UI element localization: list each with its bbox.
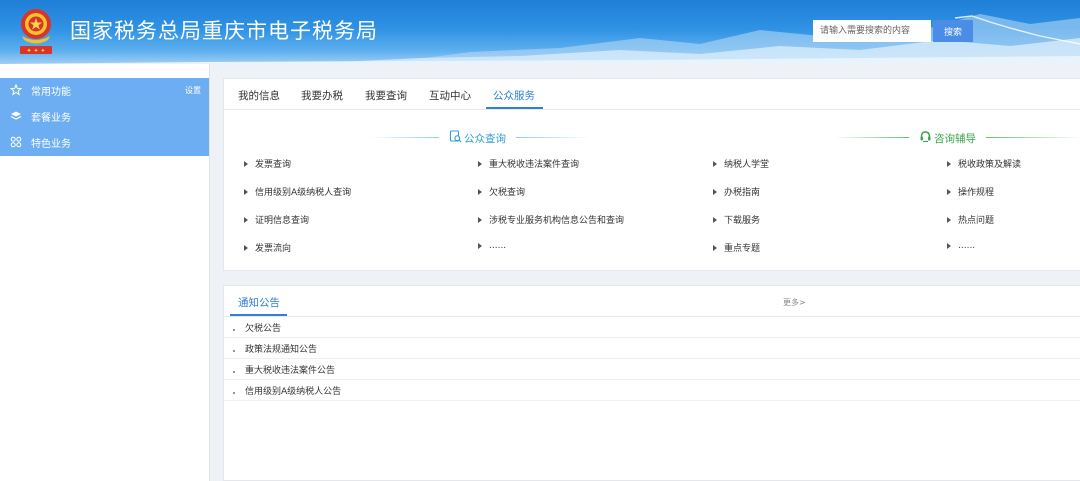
more-link[interactable]: 更多> <box>783 297 806 308</box>
caret-right-icon <box>478 188 482 195</box>
service-panel: 我的信息 我要办税 我要查询 互动中心 公众服务 公众查询 咨询辅导 发票查询 … <box>223 78 1080 271</box>
caret-right-icon <box>713 244 717 251</box>
sidebar-item-label: 特色业务 <box>31 138 71 150</box>
sidebar-item-special[interactable]: 特色业务 <box>0 130 209 154</box>
site-header: ✦ ✦ ✦ 国家税务总局重庆市电子税务局 搜索 <box>0 0 1080 64</box>
link-invoice-flow[interactable]: 发票流向 <box>244 241 291 254</box>
tax-emblem-logo: ✦ ✦ ✦ <box>20 9 52 55</box>
caret-right-icon <box>244 160 248 167</box>
link-invoice-query[interactable]: 发票查询 <box>244 157 291 170</box>
link-certificate-query[interactable]: 证明信息查询 <box>244 213 309 226</box>
notice-item[interactable]: 政策法规通知公告 <box>224 338 1080 359</box>
caret-right-icon <box>244 216 248 223</box>
tab-public-service[interactable]: 公众服务 <box>493 88 535 103</box>
search-button[interactable]: 搜索 <box>933 20 973 42</box>
tab-notices[interactable]: 通知公告 <box>238 295 280 310</box>
sidebar-item-label: 套餐业务 <box>31 112 71 124</box>
divider-line <box>834 137 909 138</box>
caret-right-icon <box>478 243 482 249</box>
support-icon <box>919 130 932 146</box>
sidebar-menu: 常用功能 设置 套餐业务 特色业务 <box>0 78 209 156</box>
link-tax-policy[interactable]: 税收政策及解读 <box>947 157 1021 170</box>
caret-right-icon <box>947 188 951 195</box>
section-title-consult: 咨询辅导 <box>919 130 976 146</box>
caret-right-icon <box>244 188 248 195</box>
site-title: 国家税务总局重庆市电子税务局 <box>70 19 378 43</box>
settings-link[interactable]: 设置 <box>185 85 201 96</box>
layers-icon <box>9 109 23 123</box>
divider-line <box>516 137 591 138</box>
caret-right-icon <box>947 216 951 223</box>
caret-right-icon <box>947 160 951 167</box>
active-tab-indicator <box>486 107 543 109</box>
caret-right-icon <box>713 160 717 167</box>
section-title-public-query: 公众查询 <box>449 130 506 146</box>
sidebar-item-common[interactable]: 常用功能 设置 <box>0 78 209 102</box>
doc-search-icon <box>449 130 462 146</box>
link-key-topics[interactable]: 重点专题 <box>713 241 760 254</box>
link-credit-a-query[interactable]: 信用级别A级纳税人查询 <box>244 185 351 198</box>
link-taxpayer-school[interactable]: 纳税人学堂 <box>713 157 769 170</box>
tab-query[interactable]: 我要查询 <box>365 88 407 103</box>
star-icon <box>9 83 23 97</box>
tab-bar: 我的信息 我要办税 我要查询 互动中心 公众服务 <box>224 79 1080 110</box>
link-agency-query[interactable]: 涉税专业服务机构信息公告和查询 <box>478 213 624 226</box>
tab-my-info[interactable]: 我的信息 <box>238 88 280 103</box>
tab-interaction[interactable]: 互动中心 <box>429 88 471 103</box>
link-hot-issues[interactable]: 热点问题 <box>947 213 994 226</box>
tab-tax-handling[interactable]: 我要办税 <box>301 88 343 103</box>
notice-item[interactable]: 欠税公告 <box>224 317 1080 338</box>
link-more-consult[interactable]: ...... <box>947 241 975 251</box>
link-download-service[interactable]: 下载服务 <box>713 213 760 226</box>
caret-right-icon <box>478 216 482 223</box>
link-more-public-query[interactable]: ...... <box>478 241 506 251</box>
divider-line <box>369 137 439 138</box>
link-procedures[interactable]: 操作规程 <box>947 185 994 198</box>
caret-right-icon <box>713 188 717 195</box>
caret-right-icon <box>478 160 482 167</box>
notice-item[interactable]: 重大税收违法案件公告 <box>224 359 1080 380</box>
link-tax-guide[interactable]: 办税指南 <box>713 185 760 198</box>
search-input[interactable] <box>813 20 931 42</box>
sidebar-item-package[interactable]: 套餐业务 <box>0 104 209 128</box>
caret-right-icon <box>947 243 951 249</box>
caret-right-icon <box>713 216 717 223</box>
divider-line <box>986 137 1080 138</box>
caret-right-icon <box>244 244 248 251</box>
link-arrears-query[interactable]: 欠税查询 <box>478 185 525 198</box>
svg-text:✦ ✦ ✦: ✦ ✦ ✦ <box>27 48 46 55</box>
sidebar-item-label: 常用功能 <box>31 86 71 98</box>
left-sidebar: 常用功能 设置 套餐业务 特色业务 <box>0 64 210 481</box>
grid-icon <box>9 135 23 149</box>
link-major-violation-query[interactable]: 重大税收违法案件查询 <box>478 157 579 170</box>
notice-item[interactable]: 信用级别A级纳税人公告 <box>224 380 1080 401</box>
notice-panel: 通知公告 更多> 欠税公告 政策法规通知公告 重大税收违法案件公告 信用级别A级… <box>223 285 1080 481</box>
